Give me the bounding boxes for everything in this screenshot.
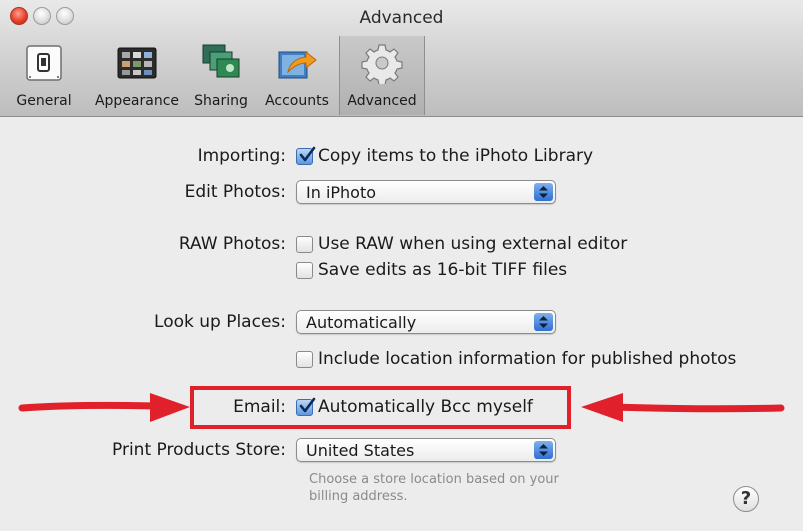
- highlight-box: [190, 386, 571, 429]
- raw-photos-label: RAW Photos:: [178, 234, 286, 254]
- tab-general-label: General: [16, 93, 72, 109]
- accounts-icon: [276, 42, 318, 84]
- appearance-icon: [116, 42, 158, 84]
- print-store-hint-line2: billing address.: [309, 489, 408, 504]
- window-title: Advanced: [359, 8, 444, 28]
- tab-sharing[interactable]: Sharing: [188, 36, 254, 115]
- tab-advanced-label: Advanced: [347, 93, 417, 109]
- print-store-hint-line1: Choose a store location based on your: [309, 472, 559, 487]
- look-up-places-value: Automatically: [306, 313, 417, 332]
- sharing-icon: [200, 42, 242, 84]
- look-up-places-popup[interactable]: Automatically: [296, 310, 556, 334]
- preferences-window: Advanced General Appearance Sharing Acco…: [0, 0, 803, 531]
- use-raw-label: Use RAW when using external editor: [318, 234, 628, 254]
- edit-photos-label: Edit Photos:: [184, 182, 286, 202]
- right-pointing-arrow-icon: [18, 393, 190, 422]
- importing-label: Importing:: [197, 146, 286, 166]
- copy-items-label: Copy items to the iPhoto Library: [318, 146, 594, 166]
- tab-advanced[interactable]: Advanced: [339, 36, 425, 115]
- gear-icon: [361, 42, 403, 86]
- save-16bit-tiff-checkbox[interactable]: [296, 262, 313, 279]
- copy-items-checkbox[interactable]: [296, 146, 316, 165]
- use-raw-checkbox[interactable]: [296, 236, 313, 253]
- save-16bit-tiff-label: Save edits as 16-bit TIFF files: [318, 260, 568, 280]
- print-store-value: United States: [306, 441, 415, 460]
- tab-sharing-label: Sharing: [194, 93, 248, 109]
- help-button[interactable]: ?: [733, 486, 759, 512]
- window-toolbar: Advanced General Appearance Sharing Acco…: [0, 0, 803, 117]
- tab-general[interactable]: General: [0, 36, 88, 115]
- print-store-hint: Choose a store location based on your bi…: [309, 471, 559, 505]
- include-location-label: Include location information for publish…: [318, 349, 737, 369]
- left-pointing-arrow-icon: [581, 393, 785, 422]
- popup-arrows-icon: [534, 183, 553, 201]
- popup-arrows-icon: [534, 441, 553, 459]
- print-store-popup[interactable]: United States: [296, 438, 556, 462]
- include-location-checkbox[interactable]: [296, 351, 313, 368]
- print-store-label: Print Products Store:: [112, 440, 286, 460]
- tab-accounts-label: Accounts: [265, 93, 329, 109]
- look-up-places-label: Look up Places:: [154, 312, 286, 332]
- tab-appearance[interactable]: Appearance: [90, 36, 184, 115]
- checkmark-icon: [299, 146, 316, 162]
- edit-photos-value: In iPhoto: [306, 183, 377, 202]
- edit-photos-popup[interactable]: In iPhoto: [296, 180, 556, 204]
- tab-accounts[interactable]: Accounts: [258, 36, 336, 115]
- popup-arrows-icon: [534, 313, 553, 331]
- general-switch-icon: [23, 42, 65, 84]
- tab-appearance-label: Appearance: [94, 93, 180, 109]
